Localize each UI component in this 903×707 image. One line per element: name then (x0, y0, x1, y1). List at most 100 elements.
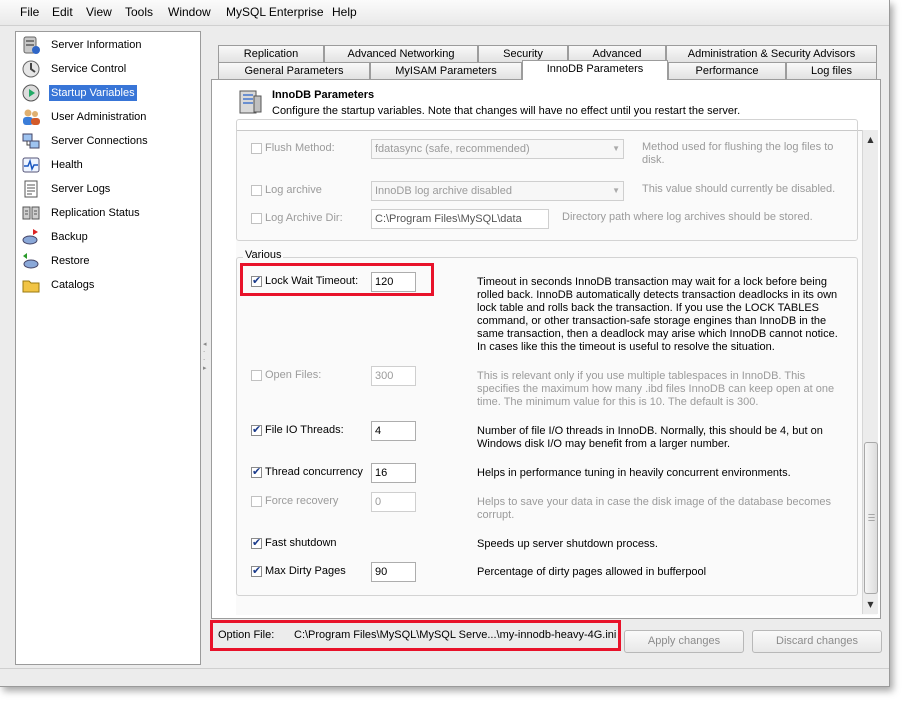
log-archive-dir-input[interactable]: C:\Program Files\MySQL\data (371, 209, 549, 229)
sidebar-item-label: Health (51, 159, 83, 171)
sidebar-item-restore[interactable]: Restore (18, 250, 198, 272)
logs-icon (24, 180, 38, 198)
backup-icon (22, 229, 38, 245)
tab-performance[interactable]: Performance (668, 62, 786, 79)
flush-method-description: Method used for flushing the log files t… (642, 141, 834, 166)
sidebar-item-label: Service Control (51, 63, 127, 75)
sidebar-item-label: Replication Status (51, 207, 140, 219)
menu-edit[interactable]: Edit (46, 0, 79, 24)
file-io-threads-input[interactable]: 4 (371, 421, 416, 441)
menu-window[interactable]: Window (162, 0, 217, 24)
thread-concurrency-checkbox[interactable] (251, 465, 262, 478)
scroll-thumb[interactable]: — — — (864, 442, 878, 594)
max-dirty-pages-input[interactable]: 90 (371, 562, 416, 582)
open-files-label: Open Files: (265, 369, 322, 381)
sidebar-item-startup-variables[interactable]: Startup Variables (18, 82, 198, 104)
menu-bar: File Edit View Tools Window MySQL Enterp… (0, 0, 889, 26)
scroll-up-icon[interactable]: ▲ (863, 132, 878, 147)
vertical-scrollbar[interactable]: ▲ — — — ▼ (862, 130, 878, 614)
menu-tools[interactable]: Tools (119, 0, 159, 24)
max-dirty-pages-label: Max Dirty Pages (265, 565, 346, 577)
discard-changes-button[interactable]: Discard changes (752, 630, 882, 653)
sidebar-item-label: User Administration (51, 111, 147, 123)
scroll-down-icon[interactable]: ▼ (863, 597, 878, 612)
fast-shutdown-checkbox[interactable] (251, 536, 262, 549)
health-icon (22, 157, 40, 173)
sidebar-item-label: Startup Variables (49, 85, 137, 101)
sidebar-item-service-control[interactable]: Service Control (18, 58, 198, 80)
restore-icon (23, 253, 39, 269)
tab-log-files[interactable]: Log files (786, 62, 877, 79)
sidebar-item-server-logs[interactable]: Server Logs (18, 178, 198, 200)
open-files-description: This is relevant only if you use multipl… (477, 370, 835, 408)
log-archive-dir-checkbox[interactable] (251, 213, 262, 224)
tab-advanced-networking[interactable]: Advanced Networking (324, 45, 478, 62)
database-icon (239, 90, 262, 114)
log-archive-checkbox[interactable] (251, 185, 262, 196)
open-files-input[interactable]: 300 (371, 366, 416, 386)
menu-mysql-enterprise[interactable]: MySQL Enterprise (220, 0, 330, 24)
force-recovery-label: Force recovery (265, 495, 339, 507)
lock-wait-timeout-description: Timeout in seconds InnoDB transaction ma… (477, 276, 838, 353)
file-io-threads-checkbox[interactable] (251, 423, 262, 436)
log-archive-dir-label: Log Archive Dir: (265, 212, 343, 224)
max-dirty-pages-checkbox[interactable] (251, 564, 262, 577)
sidebar-item-backup[interactable]: Backup (18, 226, 198, 248)
fast-shutdown-label: Fast shutdown (265, 537, 337, 549)
replication-icon (22, 206, 40, 220)
service-control-icon (22, 60, 40, 78)
sidebar-item-health[interactable]: Health (18, 154, 198, 176)
file-io-threads-label: File IO Threads: (265, 424, 344, 436)
log-settings-group: Flush Method: fdatasync (safe, recommend… (236, 119, 858, 241)
tab-replication[interactable]: Replication (218, 45, 324, 62)
apply-changes-button[interactable]: Apply changes (624, 630, 744, 653)
users-icon (23, 109, 40, 125)
lock-wait-highlight (240, 263, 434, 296)
thumb-grip-icon: — — — (868, 510, 875, 524)
log-archive-description: This value should currently be disabled. (642, 183, 836, 195)
thread-concurrency-description: Helps in performance tuning in heavily c… (477, 467, 791, 479)
parameters-scroll-area[interactable]: Flush Method: fdatasync (safe, recommend… (236, 119, 877, 615)
force-recovery-input[interactable]: 0 (371, 492, 416, 512)
max-dirty-pages-description: Percentage of dirty pages allowed in buf… (477, 566, 707, 578)
various-group-title: Various (243, 249, 284, 261)
chevron-down-icon: ▼ (612, 144, 620, 153)
flush-method-label: Flush Method: (265, 142, 335, 154)
force-recovery-checkbox[interactable] (251, 496, 262, 507)
sidebar-item-label: Server Connections (51, 135, 148, 147)
sidebar-item-server-connections[interactable]: Server Connections (18, 130, 198, 152)
open-files-checkbox[interactable] (251, 370, 262, 381)
option-file-path: C:\Program Files\MySQL\MySQL Serve...\my… (294, 629, 617, 641)
status-bar (0, 668, 889, 687)
log-archive-label: Log archive (265, 184, 322, 196)
various-group: Various Lock Wait Timeout: 120 Timeout i… (236, 249, 858, 596)
log-archive-dir-description: Directory path where log archives should… (562, 211, 813, 223)
log-archive-select[interactable]: InnoDB log archive disabled ▼ (371, 181, 624, 201)
server-info-icon (23, 36, 40, 54)
flush-method-checkbox[interactable] (251, 143, 262, 154)
menu-view[interactable]: View (80, 0, 118, 24)
menu-help[interactable]: Help (326, 0, 363, 24)
sidebar-item-user-administration[interactable]: User Administration (18, 106, 198, 128)
tab-innodb-parameters[interactable]: InnoDB Parameters (522, 60, 668, 80)
app-window: File Edit View Tools Window MySQL Enterp… (0, 0, 890, 687)
chevron-down-icon: ▼ (612, 186, 620, 195)
sidebar-item-server-information[interactable]: Server Information (18, 34, 198, 56)
sidebar-item-label: Server Information (51, 39, 142, 51)
page-subtitle: Configure the startup variables. Note th… (272, 105, 741, 117)
tab-administration-security-advisors[interactable]: Administration & Security Advisors (666, 45, 877, 62)
tab-general-parameters[interactable]: General Parameters (218, 62, 370, 79)
splitter-grip-icon: ◂ · · ▸ (203, 340, 207, 372)
sidebar-item-label: Restore (51, 255, 90, 267)
page-title: InnoDB Parameters (272, 89, 375, 101)
flush-method-select[interactable]: fdatasync (safe, recommended) ▼ (371, 139, 624, 159)
fast-shutdown-description: Speeds up server shutdown process. (477, 538, 658, 550)
menu-file[interactable]: File (14, 0, 45, 24)
sidebar-item-label: Backup (51, 231, 88, 243)
sidebar-item-replication-status[interactable]: Replication Status (18, 202, 198, 224)
thread-concurrency-label: Thread concurrency (265, 466, 363, 478)
force-recovery-description: Helps to save your data in case the disk… (477, 496, 832, 521)
tab-myisam-parameters[interactable]: MyISAM Parameters (370, 62, 522, 79)
thread-concurrency-input[interactable]: 16 (371, 463, 416, 483)
sidebar-item-catalogs[interactable]: Catalogs (18, 274, 198, 296)
